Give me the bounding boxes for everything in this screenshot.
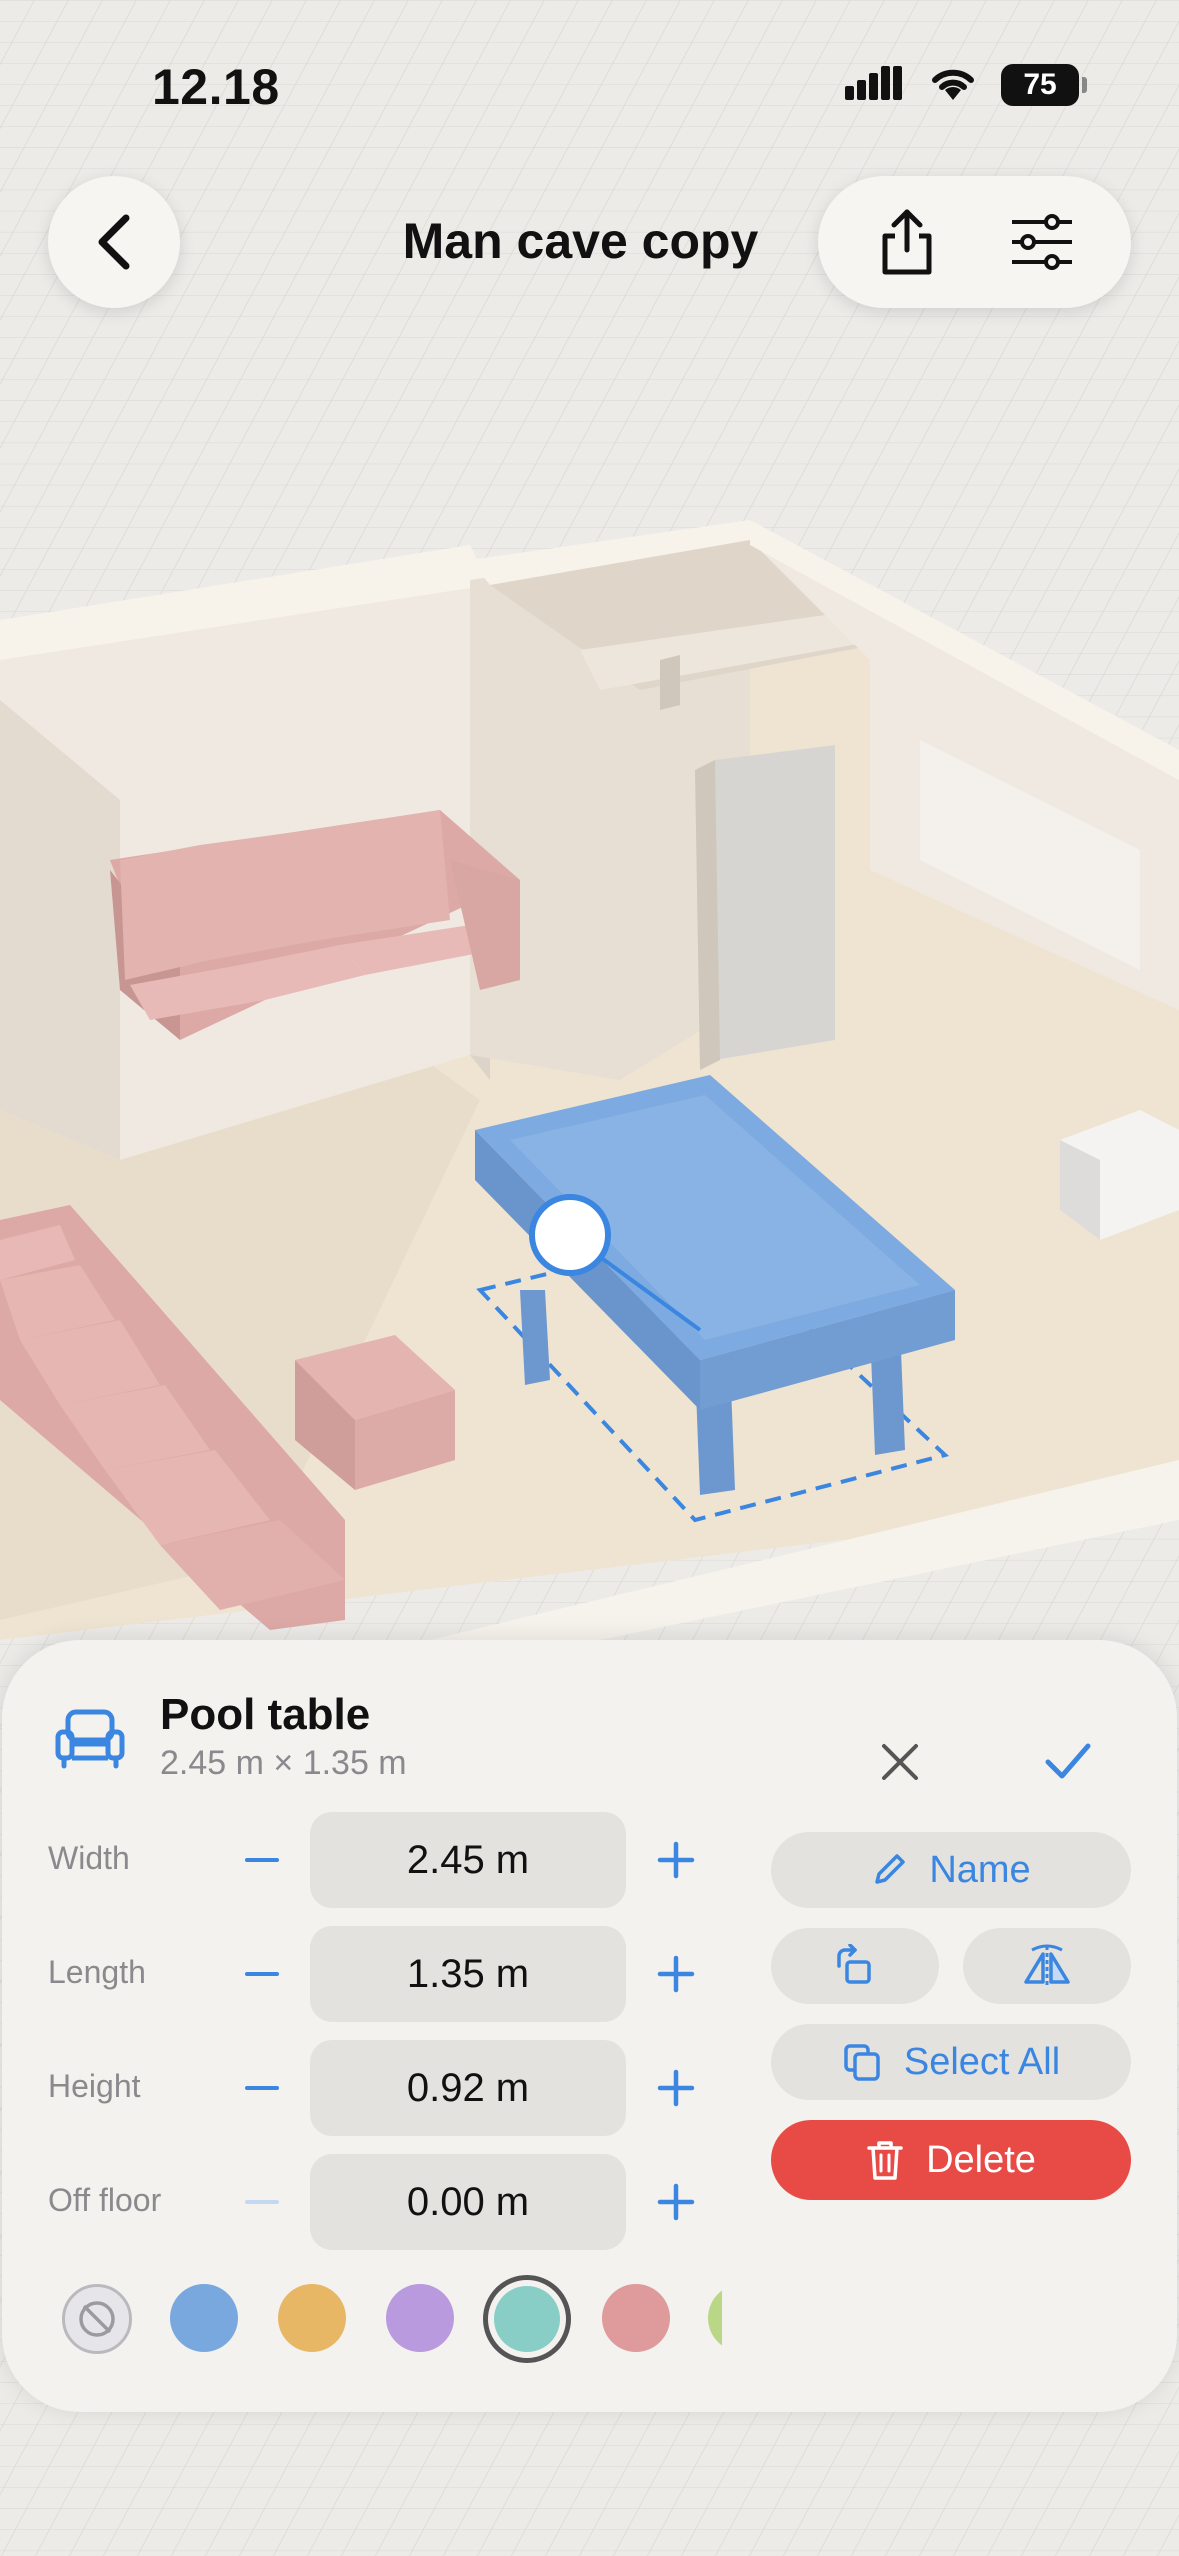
width-decrement-button[interactable] xyxy=(222,1830,302,1890)
rotate-icon xyxy=(837,1944,871,1984)
color-swatch-row xyxy=(0,2270,722,2370)
length-increment-button[interactable] xyxy=(636,1944,716,2004)
delete-button[interactable]: Delete xyxy=(771,2120,1131,2200)
object-name: Pool table xyxy=(160,1690,371,1739)
rotate-button[interactable] xyxy=(771,1928,939,2004)
off-floor-decrement-button[interactable] xyxy=(222,2172,302,2232)
select-all-button[interactable]: Select All xyxy=(771,2024,1131,2100)
swatch-purple[interactable] xyxy=(386,2284,454,2352)
object-dimensions: 2.45 m × 1.35 m xyxy=(160,1744,407,1782)
minus-icon xyxy=(245,2200,279,2204)
plus-icon xyxy=(657,1841,695,1879)
name-button[interactable]: Name xyxy=(771,1832,1131,1908)
width-increment-button[interactable] xyxy=(636,1830,716,1890)
height-row: Height 0.92 m xyxy=(0,2040,720,2136)
swatch-teal[interactable] xyxy=(494,2286,560,2352)
copy-icon xyxy=(844,2044,880,2081)
name-button-label: Name xyxy=(929,1848,1031,1891)
select-all-label: Select All xyxy=(903,2040,1061,2083)
swatch-green[interactable] xyxy=(708,2284,722,2352)
dim-label: Height xyxy=(48,2068,141,2104)
checkmark-icon xyxy=(1045,1743,1091,1779)
dim-label: Width xyxy=(48,1840,130,1876)
close-button[interactable] xyxy=(860,1722,940,1802)
armchair-icon xyxy=(54,1702,126,1774)
off-floor-increment-button[interactable] xyxy=(636,2172,716,2232)
page-title: Man cave copy xyxy=(402,213,759,269)
header-actions xyxy=(818,176,1131,308)
off-floor-row: Off floor 0.00 m xyxy=(0,2154,720,2250)
share-icon xyxy=(882,209,932,275)
length-input[interactable]: 1.35 m xyxy=(310,1926,626,2022)
no-color-icon xyxy=(79,2301,115,2337)
plus-icon xyxy=(657,2069,695,2107)
swatch-pink[interactable] xyxy=(602,2284,670,2352)
height-input[interactable]: 0.92 m xyxy=(310,2040,626,2136)
status-time: 12.18 xyxy=(152,59,280,115)
sliders-icon xyxy=(1011,214,1072,270)
length-decrement-button[interactable] xyxy=(222,1944,302,2004)
width-input[interactable]: 2.45 m xyxy=(310,1812,626,1908)
swatch-blue[interactable] xyxy=(170,2284,238,2352)
settings-button[interactable] xyxy=(992,192,1092,292)
cellular-signal-icon xyxy=(845,64,905,105)
plus-icon xyxy=(657,1955,695,1993)
swatch-no-color[interactable] xyxy=(62,2284,132,2354)
trash-icon xyxy=(867,2141,903,2180)
minus-icon xyxy=(245,2086,279,2090)
width-row: Width 2.45 m xyxy=(0,1812,720,1908)
flip-horizontal-icon xyxy=(1024,1944,1070,1986)
delete-label: Delete xyxy=(926,2138,1036,2181)
minus-icon xyxy=(245,1858,279,1862)
dim-label: Off floor xyxy=(48,2182,162,2218)
swatch-yellow[interactable] xyxy=(278,2284,346,2352)
length-row: Length 1.35 m xyxy=(0,1926,720,2022)
rotate-handle[interactable] xyxy=(529,1194,611,1276)
wifi-icon xyxy=(927,62,979,107)
share-button[interactable] xyxy=(857,192,957,292)
status-icons: 75 xyxy=(845,62,1087,107)
plus-icon xyxy=(657,2183,695,2221)
pencil-icon xyxy=(875,1854,906,1884)
confirm-button[interactable] xyxy=(1028,1722,1108,1802)
close-icon xyxy=(882,1744,918,1780)
off-floor-input[interactable]: 0.00 m xyxy=(310,2154,626,2250)
dim-label: Length xyxy=(48,1954,146,1990)
minus-icon xyxy=(245,1972,279,1976)
height-decrement-button[interactable] xyxy=(222,2058,302,2118)
mirror-button[interactable] xyxy=(963,1928,1131,2004)
height-increment-button[interactable] xyxy=(636,2058,716,2118)
battery-indicator: 75 xyxy=(1001,63,1087,106)
